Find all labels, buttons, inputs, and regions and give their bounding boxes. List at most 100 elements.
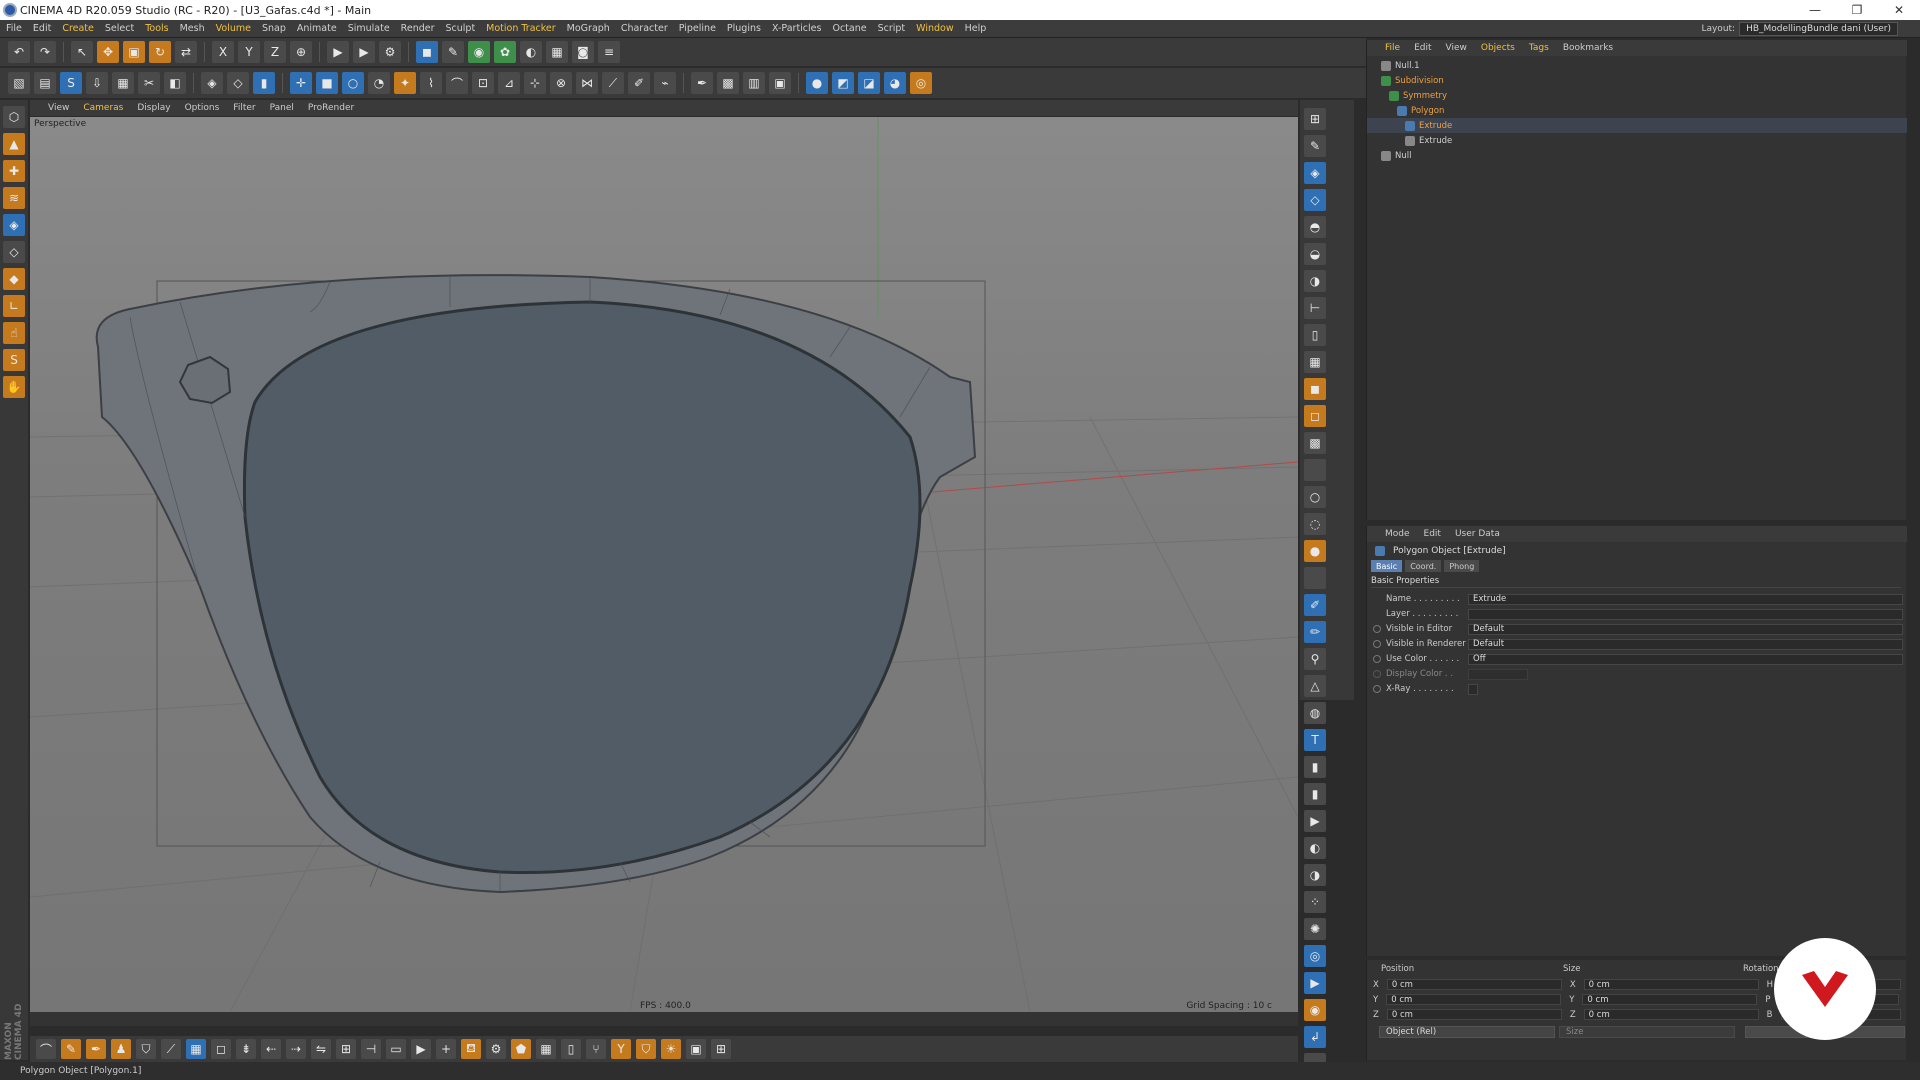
viewport-menu-prorender[interactable]: ProRender (308, 103, 354, 113)
menu-mesh[interactable]: Mesh (180, 23, 205, 34)
cube-outline-icon[interactable]: ◻ (211, 1039, 231, 1059)
knife-icon[interactable]: ✂ (138, 72, 160, 94)
animate-keyframe-icon[interactable] (1373, 685, 1381, 693)
bucket-icon[interactable]: ⛾ (461, 1039, 481, 1059)
stamp-icon[interactable]: ♟ (111, 1039, 131, 1059)
play-tool-icon[interactable]: ▶ (1304, 810, 1326, 832)
x-ray-checkbox[interactable] (1468, 683, 1478, 695)
snap-mode-icon[interactable]: S (3, 349, 25, 371)
layout-tool-icon[interactable]: ⊞ (1304, 108, 1326, 130)
animate-keyframe-icon[interactable] (1373, 640, 1381, 648)
sculpt-pull-icon[interactable]: ◒ (1304, 243, 1326, 265)
fork-icon[interactable]: ⑂ (586, 1039, 606, 1059)
3d-viewport[interactable]: Perspective FPS : 400.0 Grid Spacing : 1… (30, 117, 1298, 1012)
distribute-icon[interactable]: ⊣ (361, 1039, 381, 1059)
use-color-dropdown[interactable]: Off (1468, 653, 1903, 665)
tweak-mode-icon[interactable]: ☝ (3, 322, 25, 344)
menu-character[interactable]: Character (621, 23, 668, 34)
workplane-icon[interactable]: ◧ (164, 72, 186, 94)
viewport-menu-view[interactable]: View (48, 103, 69, 113)
viewport-menu-display[interactable]: Display (137, 103, 170, 113)
delete-icon[interactable]: ▮ (253, 72, 275, 94)
move-down-icon[interactable]: ⇟ (236, 1039, 256, 1059)
am-menu-user-data[interactable]: User Data (1455, 529, 1500, 539)
menu-motion-tracker[interactable]: Motion Tracker (486, 23, 556, 34)
viewport-display-icon[interactable]: ▣ (769, 72, 791, 94)
record-icon[interactable]: ● (1304, 540, 1326, 562)
magnet-icon[interactable]: ✦ (394, 72, 416, 94)
sphere-material-icon[interactable]: ● (806, 72, 828, 94)
maximize-button[interactable]: ❐ (1836, 0, 1878, 20)
measure-icon[interactable]: ⊢ (1304, 297, 1326, 319)
object-row-extrude-selected[interactable]: Extrude (1367, 118, 1907, 133)
chart-icon[interactable]: ⟋ (161, 1039, 181, 1059)
object-row-null-1[interactable]: Null.1 (1367, 58, 1907, 73)
cube-yellow-icon[interactable]: ◼ (1304, 378, 1326, 400)
menu-volume[interactable]: Volume (216, 23, 251, 34)
om-menu-tags[interactable]: Tags (1529, 43, 1549, 53)
shield-alt-icon[interactable]: ⛉ (636, 1039, 656, 1059)
shader-icon[interactable]: ◕ (884, 72, 906, 94)
picture-viewer-icon[interactable]: ▧ (8, 72, 30, 94)
axis-mode-icon[interactable]: ∟ (3, 295, 25, 317)
tab-basic[interactable]: Basic (1371, 560, 1403, 572)
close-button[interactable]: ✕ (1878, 0, 1920, 20)
size-z-field[interactable]: 0 cm (1583, 1009, 1759, 1020)
sculpt-smooth-icon[interactable]: ◓ (1304, 216, 1326, 238)
grid-fill-icon[interactable]: ▦ (1304, 351, 1326, 373)
layer-field[interactable] (1468, 608, 1903, 620)
cylinder-icon[interactable]: ▯ (561, 1039, 581, 1059)
menu-render[interactable]: Render (401, 23, 435, 34)
visible-in-renderer-dropdown[interactable]: Default (1468, 638, 1903, 650)
shield-icon[interactable]: ⛉ (136, 1039, 156, 1059)
undo-icon[interactable]: ↶ (8, 41, 30, 63)
uv-grid-icon[interactable]: ▩ (1304, 432, 1326, 454)
display-color-swatch[interactable] (1468, 668, 1528, 680)
move-left-icon[interactable]: ⇠ (261, 1039, 281, 1059)
menu-animate[interactable]: Animate (297, 23, 337, 34)
sphere-tool-b-icon[interactable]: ◌ (1304, 513, 1326, 535)
uv-icon[interactable]: ◪ (858, 72, 880, 94)
object-row-subdivision[interactable]: Subdivision (1367, 73, 1907, 88)
loop-select-icon[interactable]: ◔ (368, 72, 390, 94)
viewport-grid-icon[interactable]: ▩ (717, 72, 739, 94)
model-mode-icon[interactable]: ▲ (3, 133, 25, 155)
menu-plugins[interactable]: Plugins (727, 23, 761, 34)
paint-icon[interactable]: ✒ (691, 72, 713, 94)
pencil-tool-icon[interactable]: ✏ (1304, 621, 1326, 643)
menu-snap[interactable]: Snap (262, 23, 286, 34)
animate-keyframe-icon[interactable] (1373, 670, 1381, 678)
object-row-symmetry[interactable]: Symmetry (1367, 88, 1907, 103)
hair-tool-icon[interactable]: ⚲ (1304, 648, 1326, 670)
render-view-icon[interactable]: ▶ (327, 41, 349, 63)
recent-tools-icon[interactable]: ⇄ (175, 41, 197, 63)
close-polygon-hole-icon[interactable]: ⊗ (550, 72, 572, 94)
bridge-icon[interactable]: ⌒ (446, 72, 468, 94)
menu-edit[interactable]: Edit (33, 23, 51, 34)
object-row-null[interactable]: Null (1367, 148, 1907, 163)
layout-dropdown[interactable]: HB_ModellingBundle dani (User) (1739, 21, 1898, 36)
pentagon-icon[interactable]: ⬟ (511, 1039, 531, 1059)
tab-phong[interactable]: Phong (1444, 560, 1480, 572)
globe-icon[interactable]: ◎ (1304, 945, 1326, 967)
axis-move-icon[interactable]: ✛ (290, 72, 312, 94)
menu-sculpt[interactable]: Sculpt (446, 23, 476, 34)
viewport-menu-cameras[interactable]: Cameras (83, 103, 123, 113)
octane-icon[interactable]: ◎ (910, 72, 932, 94)
object-row-extrude[interactable]: Extrude (1367, 133, 1907, 148)
make-editable-icon[interactable]: ⬡ (3, 106, 25, 128)
name-field[interactable]: Extrude (1468, 593, 1903, 605)
settings-gear-icon[interactable]: ⚙ (486, 1039, 506, 1059)
menu-select[interactable]: Select (105, 23, 134, 34)
animate-keyframe-icon[interactable] (1373, 625, 1381, 633)
sun-icon[interactable]: ☀ (661, 1039, 681, 1059)
menu-create[interactable]: Create (62, 23, 94, 34)
play-forward-icon[interactable]: ▶ (411, 1039, 431, 1059)
text-tool-icon[interactable]: T (1304, 729, 1326, 751)
menu-simulate[interactable]: Simulate (348, 23, 390, 34)
magenta-tool-b-icon[interactable]: ▮ (1304, 783, 1326, 805)
om-menu-file[interactable]: File (1385, 43, 1400, 53)
render-picture-viewer-icon[interactable]: ▶ (353, 41, 375, 63)
slide-icon[interactable]: ⟋ (602, 72, 624, 94)
axis-z-lock-button[interactable]: Z (264, 41, 286, 63)
